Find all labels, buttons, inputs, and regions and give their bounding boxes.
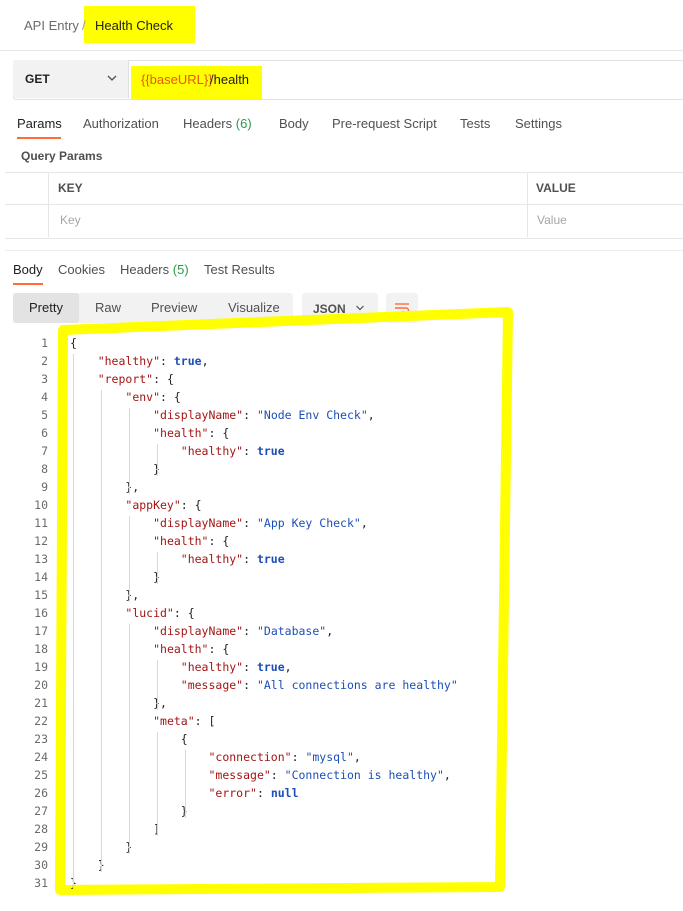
code-line: },: [70, 696, 167, 710]
line-number: 8: [41, 462, 48, 476]
code-line: "displayName": "App Key Check",: [153, 516, 368, 530]
line-number: 12: [34, 534, 48, 548]
indent-guide: [185, 750, 186, 818]
code-line: "message": "Connection is healthy",: [208, 768, 451, 782]
indent-guide: [129, 408, 130, 494]
code-line: "env": {: [125, 390, 181, 404]
code-line: {: [70, 336, 77, 350]
code-line: "connection": "mysql",: [208, 750, 361, 764]
line-number: 1: [41, 336, 48, 350]
code-line: "lucid": {: [125, 606, 195, 620]
line-number: 21: [34, 696, 48, 710]
line-number: 6: [41, 426, 48, 440]
line-number: 9: [41, 480, 48, 494]
indent-guide: [157, 732, 158, 836]
indent-guide: [129, 516, 130, 602]
code-line: "healthy": true,: [97, 354, 209, 368]
line-number: 23: [34, 732, 48, 746]
line-number: 17: [34, 624, 48, 638]
line-number: 30: [34, 858, 48, 872]
line-number: 26: [34, 786, 48, 800]
code-line: "health": {: [153, 534, 230, 548]
indent-guide: [73, 354, 74, 890]
code-line: "health": {: [153, 642, 230, 656]
line-number: 3: [41, 372, 48, 386]
line-number: 19: [34, 660, 48, 674]
line-number: 29: [34, 840, 48, 854]
line-number: 13: [34, 552, 48, 566]
code-line: }: [70, 858, 105, 872]
line-number: 4: [41, 390, 48, 404]
indent-guide: [101, 390, 102, 872]
code-line: }: [70, 570, 161, 584]
indent-guide: [157, 444, 158, 476]
line-number: 18: [34, 642, 48, 656]
line-number: 25: [34, 768, 48, 782]
indent-guide: [129, 624, 130, 854]
line-number: 28: [34, 822, 48, 836]
line-number: 27: [34, 804, 48, 818]
line-number: 31: [34, 876, 48, 890]
code-line: "health": {: [153, 426, 230, 440]
line-number: 15: [34, 588, 48, 602]
code-line: "displayName": "Node Env Check",: [153, 408, 375, 422]
code-line: "meta": [: [153, 714, 216, 728]
line-number: 10: [34, 498, 48, 512]
line-number: 5: [41, 408, 48, 422]
line-number: 2: [41, 354, 48, 368]
code-line: "displayName": "Database",: [153, 624, 334, 638]
line-number: 7: [41, 444, 48, 458]
line-number: 14: [34, 570, 48, 584]
code-line: "report": {: [97, 372, 174, 386]
code-line: }: [70, 462, 161, 476]
code-line: "healthy": true,: [180, 660, 292, 674]
line-number: 11: [34, 516, 48, 530]
indent-guide: [157, 660, 158, 710]
code-line: ]: [70, 822, 161, 836]
line-number: 24: [34, 750, 48, 764]
line-number: 22: [34, 714, 48, 728]
code-line: "healthy": true: [180, 552, 285, 566]
indent-guide: [157, 552, 158, 584]
code-line: "healthy": true: [180, 444, 285, 458]
line-number: 16: [34, 606, 48, 620]
line-number: 20: [34, 678, 48, 692]
code-line: "appKey": {: [125, 498, 202, 512]
